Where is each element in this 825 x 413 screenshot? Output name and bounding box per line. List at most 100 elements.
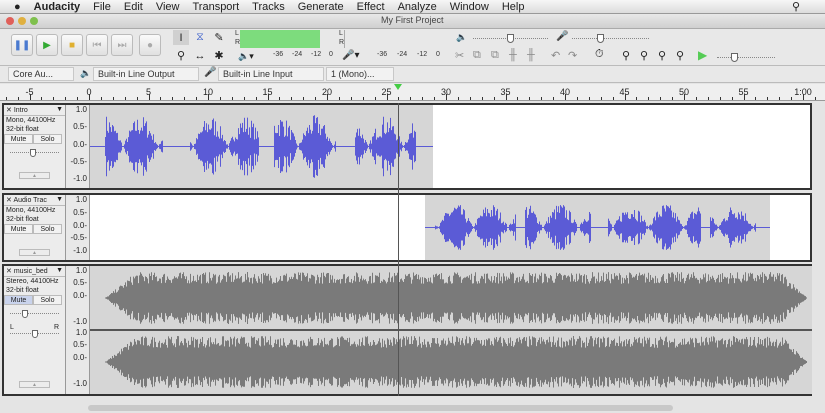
menu-file[interactable]: File	[93, 1, 111, 13]
close-track-icon[interactable]: ✕ music_bed	[6, 267, 48, 275]
close-window-button[interactable]	[6, 17, 14, 25]
ruler-tick	[434, 97, 436, 100]
spotlight-search-icon[interactable]: ⚲	[792, 0, 800, 13]
envelope-tool-icon[interactable]: ⧖	[192, 30, 208, 45]
stop-button[interactable]: ■	[61, 34, 83, 56]
zoom-tool-icon[interactable]: ⚲	[173, 48, 189, 63]
apple-icon[interactable]: ●	[14, 1, 21, 13]
skip-start-button[interactable]: ⏮	[86, 34, 108, 56]
menu-transport[interactable]: Transport	[192, 1, 239, 13]
track-menu-icon[interactable]: ▼	[56, 196, 63, 204]
solo-button[interactable]: Solo	[33, 134, 62, 144]
draw-tool-icon[interactable]: ✎	[211, 30, 227, 45]
zoom-window-button[interactable]	[30, 17, 38, 25]
waveform-area[interactable]	[90, 195, 810, 260]
meter-tick: -12	[417, 51, 428, 58]
gain-slider[interactable]	[10, 149, 59, 160]
menu-edit[interactable]: Edit	[124, 1, 143, 13]
cut-icon[interactable]: ✂	[455, 49, 464, 62]
track-name[interactable]: Audio Trac	[13, 197, 46, 204]
record-button[interactable]: ●	[139, 34, 161, 56]
mute-button[interactable]: Mute	[4, 224, 33, 234]
output-device-select[interactable]: Built-in Line Output	[93, 67, 199, 81]
copy-icon[interactable]: ⧉	[473, 49, 481, 62]
pan-slider[interactable]	[10, 330, 59, 341]
ruler-tick	[493, 97, 495, 100]
track-name[interactable]: Intro	[14, 107, 28, 114]
skip-end-button[interactable]: ⏭	[111, 34, 133, 56]
track-name[interactable]: music_bed	[14, 268, 48, 275]
playhead-marker-icon[interactable]	[394, 84, 402, 90]
menu-tracks[interactable]: Tracks	[252, 1, 285, 13]
collapse-track-button[interactable]: ▲	[19, 172, 50, 179]
playback-meter[interactable]	[240, 30, 320, 48]
undo-icon[interactable]: ↶	[551, 49, 560, 62]
close-track-icon[interactable]: ✕ Intro	[6, 106, 28, 114]
speaker-icon[interactable]: 🔈▾	[238, 51, 254, 62]
ruler-tick	[410, 97, 412, 100]
menu-app[interactable]: Audacity	[34, 1, 80, 13]
redo-icon[interactable]: ↷	[568, 49, 577, 62]
playhead-cursor	[398, 103, 399, 396]
collapse-track-button[interactable]: ▲	[19, 381, 50, 388]
waveform-area[interactable]	[90, 266, 812, 394]
menu-generate[interactable]: Generate	[298, 1, 344, 13]
waveform-area[interactable]	[90, 105, 810, 188]
play-at-speed-button[interactable]: ▶	[698, 48, 707, 62]
pause-button[interactable]: ❚❚	[11, 34, 33, 56]
menu-help[interactable]: Help	[502, 1, 525, 13]
track-intro[interactable]: ✕ Intro ▼ Mono, 44100Hz 32-bit float Mute…	[2, 103, 812, 190]
zoom-out-icon[interactable]: ⚲	[640, 49, 648, 62]
ruler-tick	[541, 97, 543, 100]
fit-project-icon[interactable]: ⚲	[676, 49, 684, 62]
amplitude-scale: 1.0 0.5- 0.0- -1.0 1.0 0.5- 0.0- -1.0	[66, 266, 90, 394]
ruler-tick	[279, 97, 281, 100]
menu-window[interactable]: Window	[450, 1, 489, 13]
sync-lock-icon[interactable]: ⏱	[595, 48, 604, 61]
selection-tool-icon[interactable]: I	[173, 30, 189, 45]
trim-icon[interactable]: ╫	[509, 49, 517, 61]
ruler-tick	[327, 94, 328, 100]
horizontal-scrollbar[interactable]	[88, 405, 673, 411]
menu-analyze[interactable]: Analyze	[398, 1, 437, 13]
menu-view[interactable]: View	[156, 1, 180, 13]
mute-button[interactable]: Mute	[4, 134, 33, 144]
ruler-tick	[612, 97, 614, 100]
zoom-in-icon[interactable]: ⚲	[622, 49, 630, 62]
menu-effect[interactable]: Effect	[357, 1, 385, 13]
minimize-window-button[interactable]	[18, 17, 26, 25]
slider-thumb[interactable]	[507, 34, 514, 43]
close-track-icon[interactable]: ✕ Audio Trac	[6, 196, 47, 204]
track-menu-icon[interactable]: ▼	[56, 267, 63, 275]
input-channels-select[interactable]: 1 (Mono)...	[326, 67, 394, 81]
meter-tick: -12	[311, 51, 322, 58]
play-speed-slider[interactable]	[717, 57, 775, 58]
slider-thumb[interactable]	[597, 34, 604, 43]
track-audio[interactable]: ✕ Audio Trac ▼ Mono, 44100Hz 32-bit float…	[2, 193, 812, 262]
scale-label: -1.0	[73, 246, 87, 255]
gain-slider[interactable]	[10, 310, 59, 321]
playback-volume-icon: 🔈	[456, 32, 468, 42]
microphone-icon[interactable]: 🎤▾	[342, 50, 359, 61]
solo-button[interactable]: Solo	[33, 295, 62, 305]
ruler-tick	[303, 97, 305, 100]
multi-tool-icon[interactable]: ✱	[211, 48, 227, 63]
meter-tick: -24	[397, 51, 408, 58]
record-volume-slider[interactable]	[572, 38, 649, 39]
input-device-select[interactable]: Built-in Line Input	[218, 67, 324, 81]
solo-button[interactable]: Solo	[33, 224, 62, 234]
ruler-tick	[89, 94, 90, 100]
audio-host-select[interactable]: Core Au...	[8, 67, 74, 81]
track-menu-icon[interactable]: ▼	[56, 106, 63, 114]
mute-button[interactable]: Mute	[4, 295, 33, 305]
timeline-ruler[interactable]: -5 0 5 10 15 20 25 30 35 40 45 50 55 1:00	[0, 84, 825, 101]
paste-icon[interactable]: ⧉	[491, 49, 499, 62]
silence-icon[interactable]: ╫	[527, 49, 535, 61]
slider-thumb[interactable]	[731, 53, 738, 62]
collapse-track-button[interactable]: ▲	[19, 249, 50, 256]
fit-selection-icon[interactable]: ⚲	[658, 49, 666, 62]
timeshift-tool-icon[interactable]: ↔	[192, 48, 208, 63]
track-music-bed[interactable]: ✕ music_bed ▼ Stereo, 44100Hz 32-bit floa…	[2, 264, 812, 396]
play-button[interactable]: ▶	[36, 34, 58, 56]
record-meter[interactable]	[344, 30, 439, 48]
